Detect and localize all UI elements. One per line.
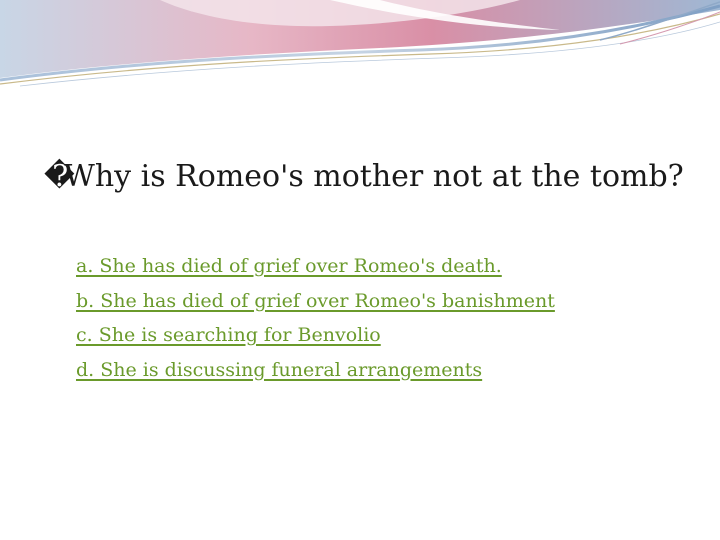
answer-link-c[interactable]: c. She is searching for Benvolio: [76, 324, 381, 346]
answer-item-a: a. She has died of grief over Romeo's de…: [76, 249, 555, 284]
answer-item-c: c. She is searching for Benvolio: [76, 318, 555, 353]
question-text: �Why is Romeo's mother not at the tomb?: [44, 158, 704, 196]
answer-link-a[interactable]: a. She has died of grief over Romeo's de…: [76, 255, 502, 277]
answer-link-d[interactable]: d. She is discussing funeral arrangement…: [76, 359, 482, 381]
question-label: Why is Romeo's mother not at the tomb?: [64, 159, 684, 194]
question-bullet: �: [44, 159, 75, 194]
header-decoration: [0, 0, 720, 87]
answer-item-b: b. She has died of grief over Romeo's ba…: [76, 284, 555, 319]
answer-link-b[interactable]: b. She has died of grief over Romeo's ba…: [76, 290, 555, 312]
answer-list: a. She has died of grief over Romeo's de…: [76, 249, 555, 387]
answer-item-d: d. She is discussing funeral arrangement…: [76, 353, 555, 388]
slide: �Why is Romeo's mother not at the tomb? …: [0, 0, 720, 540]
